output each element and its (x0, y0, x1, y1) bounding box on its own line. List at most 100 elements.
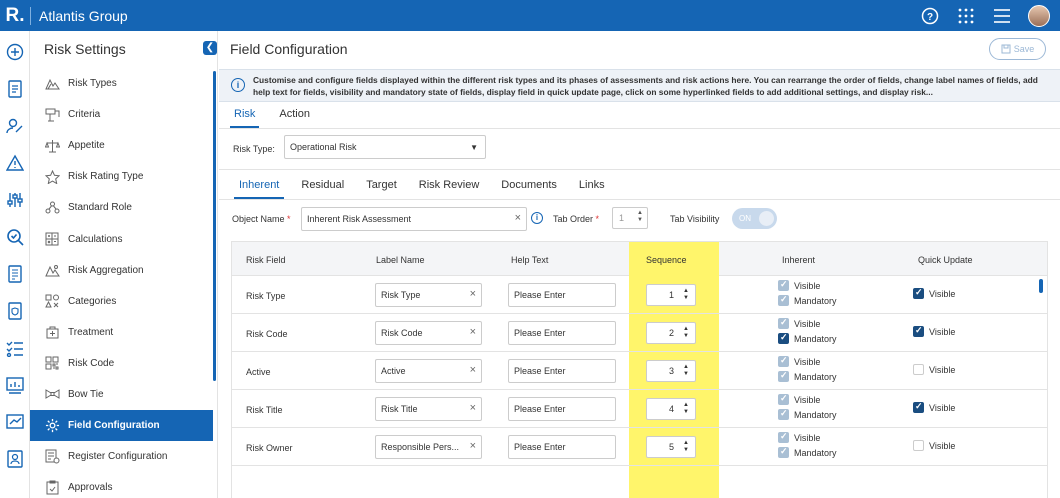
tab-risk-review[interactable]: Risk Review (414, 177, 485, 199)
menu-icon[interactable] (992, 6, 1012, 26)
stepper-arrows-icon[interactable]: ▲ ▼ (637, 210, 643, 224)
clear-icon[interactable]: × (470, 440, 476, 452)
label-name-input[interactable]: Risk Title × (375, 397, 482, 421)
inherent-mandatory-checkbox[interactable]: ✓ (778, 294, 789, 306)
help-text-input[interactable]: Please Enter (508, 359, 616, 383)
sequence-stepper[interactable]: 1 ▲ ▼ (646, 284, 696, 306)
document-icon[interactable] (6, 80, 24, 98)
label-name-input[interactable]: Risk Code × (375, 321, 482, 345)
approvals-icon (44, 480, 60, 496)
clear-icon[interactable]: × (470, 402, 476, 414)
help-text-input[interactable]: Please Enter (508, 321, 616, 345)
clear-icon[interactable]: × (515, 212, 521, 224)
checklist-icon[interactable] (6, 339, 24, 357)
help-text-input[interactable]: Please Enter (508, 397, 616, 421)
object-name-input[interactable]: Inherent Risk Assessment × (301, 207, 527, 231)
tab-residual[interactable]: Residual (296, 177, 349, 199)
inherent-mandatory-checkbox[interactable]: ✓ (778, 370, 789, 382)
search-check-icon[interactable] (6, 228, 24, 246)
label-name-input[interactable]: Responsible Pers... × (375, 435, 482, 459)
warning-icon[interactable] (6, 154, 24, 172)
sequence-stepper[interactable]: 5 ▲ ▼ (646, 436, 696, 458)
user-avatar[interactable] (1028, 4, 1050, 27)
mandatory-label: Mandatory (794, 334, 837, 344)
app-logo[interactable]: R. (0, 0, 30, 31)
help-text-input[interactable]: Please Enter (508, 283, 616, 307)
quick-update-visible-checkbox[interactable]: ✓ (913, 325, 924, 337)
id-card-icon[interactable] (6, 450, 24, 468)
tab-action[interactable]: Action (275, 106, 314, 128)
sidebar-item-categories[interactable]: Categories (30, 286, 213, 317)
tab-risk[interactable]: Risk (230, 106, 260, 128)
inherent-mandatory-checkbox[interactable]: ✓ (778, 408, 789, 420)
tab-inherent[interactable]: Inherent (234, 177, 285, 199)
label-name-input[interactable]: Risk Type × (375, 283, 482, 307)
tab-order-stepper[interactable]: 1 ▲ ▼ (612, 207, 648, 229)
quick-update-visible-checkbox[interactable] (913, 364, 924, 375)
stepper-arrows-icon[interactable]: ▲ ▼ (683, 364, 689, 378)
inherent-mandatory-checkbox[interactable]: ✓ (778, 332, 789, 344)
info-icon[interactable]: i (531, 212, 543, 224)
inherent-visible-checkbox[interactable]: ✓ (778, 355, 789, 367)
quick-update-visible-checkbox[interactable]: ✓ (913, 401, 924, 413)
inherent-visible-checkbox[interactable]: ✓ (778, 317, 789, 329)
risk-type-select[interactable]: Operational Risk ▼ (284, 135, 486, 159)
risk-field-name: Risk Title (246, 405, 283, 415)
sidebar-item-risk-rating-type[interactable]: Risk Rating Type (30, 161, 213, 192)
quick-update-visible-checkbox[interactable] (913, 440, 924, 451)
add-icon[interactable] (6, 43, 24, 61)
shield-doc-icon[interactable] (6, 302, 24, 320)
sidebar-item-approvals[interactable]: Approvals (30, 472, 213, 498)
inherent-visible-checkbox[interactable]: ✓ (778, 393, 789, 405)
sequence-stepper[interactable]: 3 ▲ ▼ (646, 360, 696, 382)
page-title: Field Configuration (230, 41, 348, 57)
sidebar-item-risk-aggregation[interactable]: Risk Aggregation (30, 255, 213, 286)
inherent-visible-checkbox[interactable]: ✓ (778, 279, 789, 291)
sidebar-item-label: Bow Tie (68, 388, 104, 400)
save-button[interactable]: Save (989, 38, 1046, 60)
risk-type-value: Operational Risk (290, 142, 357, 152)
sidebar-item-standard-role[interactable]: Standard Role (30, 192, 213, 223)
sidebar-item-risk-types[interactable]: Risk Types (30, 68, 213, 99)
sidebar-item-field-configuration[interactable]: Field Configuration (30, 410, 213, 442)
sidebar-scrollbar[interactable] (213, 71, 216, 381)
report-icon[interactable] (6, 265, 24, 283)
stepper-arrows-icon[interactable]: ▲ ▼ (683, 326, 689, 340)
help-icon[interactable]: ? (920, 6, 940, 26)
clear-icon[interactable]: × (470, 326, 476, 338)
apps-grid-icon[interactable] (956, 6, 976, 26)
sidebar-list: Risk Types Criteria Appetite Risk Rating… (30, 68, 213, 498)
dashboard-icon[interactable] (6, 376, 24, 394)
collapse-sidebar-button[interactable]: ❮ (203, 41, 217, 55)
inherent-mandatory-checkbox[interactable]: ✓ (778, 446, 789, 458)
sidebar-item-criteria[interactable]: Criteria (30, 99, 213, 130)
sequence-stepper[interactable]: 2 ▲ ▼ (646, 322, 696, 344)
table-scrollbar[interactable] (1039, 279, 1043, 293)
tab-target[interactable]: Target (361, 177, 402, 199)
chart-icon[interactable] (6, 413, 24, 431)
sliders-icon[interactable] (6, 191, 24, 209)
inherent-visible-checkbox[interactable]: ✓ (778, 431, 789, 443)
stepper-arrows-icon[interactable]: ▲ ▼ (683, 402, 689, 416)
stepper-arrows-icon[interactable]: ▲ ▼ (683, 440, 689, 454)
label-name-input[interactable]: Active × (375, 359, 482, 383)
sidebar-item-treatment[interactable]: Treatment (30, 317, 213, 348)
visible-label: Visible (929, 365, 956, 375)
tab-visibility-toggle[interactable]: ON (732, 208, 777, 229)
user-edit-icon[interactable] (6, 117, 24, 135)
sidebar-item-risk-code[interactable]: Risk Code (30, 348, 213, 379)
sidebar-item-appetite[interactable]: Appetite (30, 130, 213, 161)
quick-update-visible-checkbox[interactable]: ✓ (913, 287, 924, 299)
clear-icon[interactable]: × (470, 364, 476, 376)
sidebar-item-bow-tie[interactable]: Bow Tie (30, 379, 213, 410)
mandatory-label: Mandatory (794, 410, 837, 420)
sidebar-item-calculations[interactable]: Calculations (30, 223, 213, 254)
sidebar-item-register-configuration[interactable]: Register Configuration (30, 441, 213, 472)
sequence-stepper[interactable]: 4 ▲ ▼ (646, 398, 696, 420)
help-text-input[interactable]: Please Enter (508, 435, 616, 459)
clear-icon[interactable]: × (470, 288, 476, 300)
tab-links[interactable]: Links (574, 177, 610, 199)
stepper-arrows-icon[interactable]: ▲ ▼ (683, 288, 689, 302)
tab-documents[interactable]: Documents (496, 177, 562, 199)
object-name-value: Inherent Risk Assessment (307, 214, 412, 224)
